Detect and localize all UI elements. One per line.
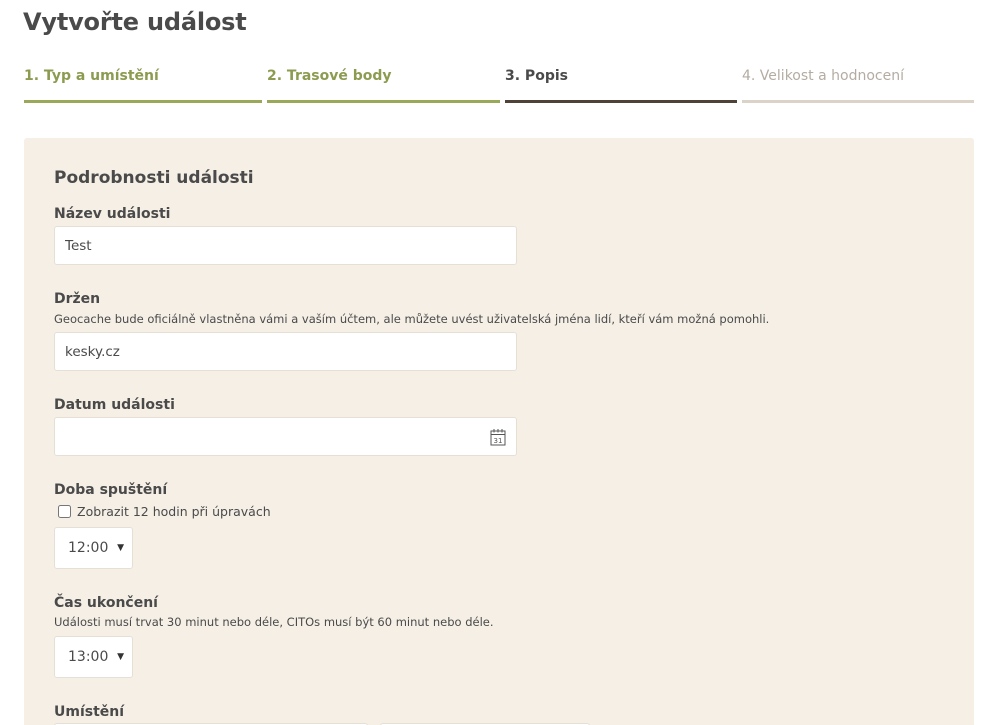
end-time-help-text: Události musí trvat 30 minut nebo déle, …	[54, 615, 494, 629]
location-label: Umístění	[54, 704, 125, 720]
owner-label: Držen	[54, 291, 101, 307]
step-size-rating: 4. Velikost a hodnocení	[742, 66, 974, 103]
twelve-hour-toggle[interactable]: Zobrazit 12 hodin při úpravách	[54, 504, 271, 519]
start-time-select[interactable]: 12:00 ▼	[54, 527, 133, 569]
owner-help-text: Geocache bude oficiálně vlastněna vámi a…	[54, 312, 770, 326]
event-name-input[interactable]	[54, 226, 517, 265]
chevron-down-icon: ▼	[117, 652, 124, 662]
page-title: Vytvořte událost	[23, 8, 247, 36]
page: Vytvořte událost 1. Typ a umístění 2. Tr…	[0, 0, 1002, 725]
calendar-icon[interactable]: 31	[490, 428, 506, 446]
start-time-label: Doba spuštění	[54, 482, 168, 498]
twelve-hour-label: Zobrazit 12 hodin při úpravách	[77, 504, 271, 519]
event-name-label: Název události	[54, 206, 171, 222]
end-time-value: 13:00	[68, 649, 109, 665]
step-description[interactable]: 3. Popis	[505, 66, 737, 103]
event-date-label: Datum události	[54, 397, 175, 413]
event-date-field: 31	[54, 417, 517, 456]
section-title: Podrobnosti události	[54, 168, 254, 188]
progress-stepper: 1. Typ a umístění 2. Trasové body 3. Pop…	[24, 66, 974, 104]
owner-input[interactable]	[54, 332, 517, 371]
event-details-form: Podrobnosti události Název události Drže…	[24, 138, 974, 725]
start-time-value: 12:00	[68, 540, 109, 556]
end-time-label: Čas ukončení	[54, 595, 158, 611]
end-time-select[interactable]: 13:00 ▼	[54, 636, 133, 678]
step-type-location[interactable]: 1. Typ a umístění	[24, 66, 262, 103]
twelve-hour-checkbox[interactable]	[58, 505, 71, 518]
chevron-down-icon: ▼	[117, 543, 124, 553]
event-date-input[interactable]	[54, 417, 517, 456]
calendar-icon-day: 31	[494, 437, 503, 445]
step-waypoints[interactable]: 2. Trasové body	[267, 66, 500, 103]
